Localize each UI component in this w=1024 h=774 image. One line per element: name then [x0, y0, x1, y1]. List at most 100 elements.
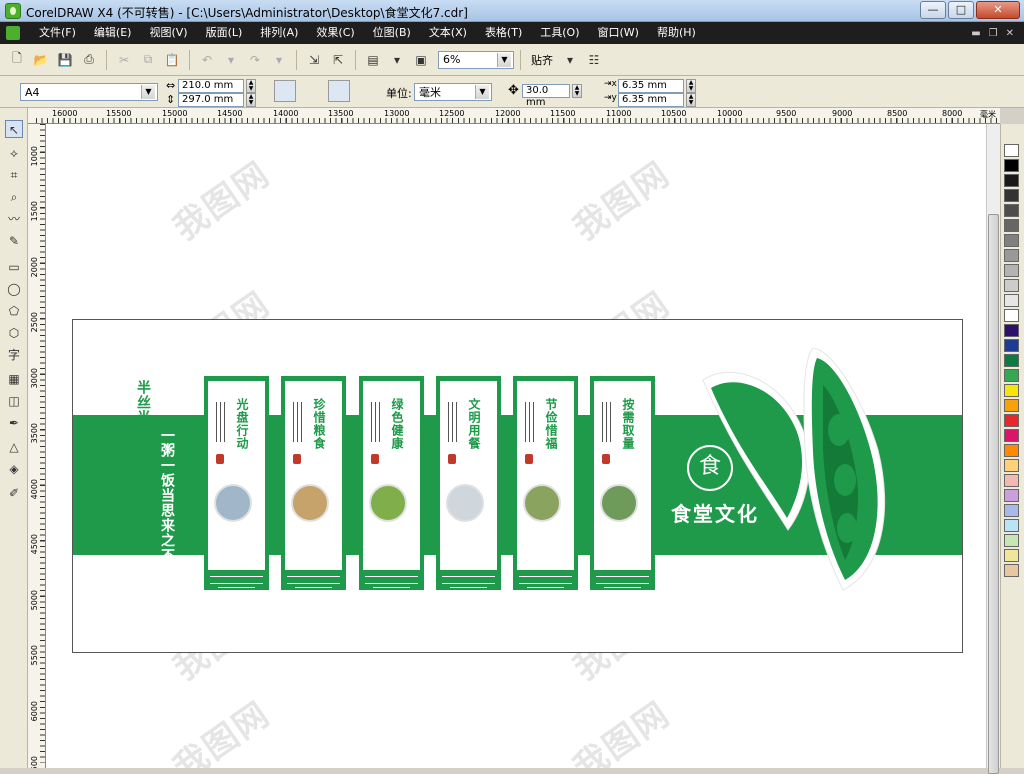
coreldraw-app-icon[interactable]	[5, 3, 21, 19]
zoom-tool-icon[interactable]: ⌕	[5, 188, 23, 206]
color-swatch[interactable]	[1004, 294, 1019, 307]
landscape-button[interactable]	[298, 80, 320, 102]
color-swatch[interactable]	[1004, 504, 1019, 517]
color-swatch[interactable]	[1004, 234, 1019, 247]
color-swatch[interactable]	[1004, 249, 1019, 262]
color-swatch[interactable]	[1004, 384, 1019, 397]
save-icon[interactable]: 💾	[54, 49, 76, 71]
copy-icon[interactable]: ⧉	[137, 49, 159, 71]
nudge-spinner[interactable]: ▲ ▼	[572, 84, 582, 98]
menu-table[interactable]: 表格(T)	[476, 22, 531, 44]
maximize-button[interactable]: □	[948, 1, 974, 19]
snap-dropdown-icon[interactable]: ▾	[559, 49, 581, 71]
units-combo[interactable]: 毫米 ▼	[414, 83, 492, 101]
minimize-button[interactable]: —	[920, 1, 946, 19]
chevron-down-icon[interactable]: ▼	[141, 85, 155, 99]
canteen-culture-wall-design[interactable]: 半丝半缕恒念物力维艰 一粥一饭当思来之不易 光盘行动 珍惜粮食 绿色健康 文明用…	[72, 319, 963, 653]
color-swatch[interactable]	[1004, 144, 1019, 157]
color-swatch[interactable]	[1004, 399, 1019, 412]
rectangle-tool-icon[interactable]: ▭	[5, 258, 23, 276]
doc-close-icon[interactable]: ✕	[1006, 28, 1014, 39]
culture-panel[interactable]: 珍惜粮食	[281, 376, 346, 590]
dup-y-spinner[interactable]: ▲ ▼	[686, 93, 696, 107]
culture-panel[interactable]: 光盘行动	[204, 376, 269, 590]
page-width-field[interactable]: 210.0 mm	[178, 79, 244, 93]
interactive-fill-icon[interactable]: ✐	[5, 484, 23, 502]
menu-bitmaps[interactable]: 位图(B)	[364, 22, 420, 44]
horizontal-ruler[interactable]: 16000 15500 15000 14500 14000 13500 1300…	[36, 108, 1000, 124]
launcher-dropdown-icon[interactable]: ▾	[386, 49, 408, 71]
menu-view[interactable]: 视图(V)	[140, 22, 196, 44]
color-swatch[interactable]	[1004, 324, 1019, 337]
color-swatch[interactable]	[1004, 279, 1019, 292]
paste-icon[interactable]: 📋	[161, 49, 183, 71]
nudge-distance-field[interactable]: 30.0 mm	[522, 84, 570, 108]
eyedropper-tool-icon[interactable]: ✒	[5, 414, 23, 432]
menu-layout[interactable]: 版面(L)	[197, 22, 252, 44]
redo-icon[interactable]: ↷	[244, 49, 266, 71]
all-pages-button[interactable]	[328, 80, 350, 102]
new-document-icon[interactable]: 🗋	[6, 49, 28, 71]
duplicate-distance-y-field[interactable]: 6.35 mm	[618, 93, 684, 107]
welcome-screen-icon[interactable]: ▣	[410, 49, 432, 71]
print-icon[interactable]: ⎙	[78, 49, 100, 71]
color-swatch[interactable]	[1004, 339, 1019, 352]
culture-panel[interactable]: 节俭惜福	[513, 376, 578, 590]
drawing-canvas[interactable]: 我图网 我图网 我图网 我图网 我图网 我图网 我图网 我图网 半丝半缕恒念物力…	[46, 124, 986, 768]
shape-tool-icon[interactable]: ⟡	[5, 144, 23, 162]
options-icon[interactable]: ☷	[583, 49, 605, 71]
height-spinner[interactable]: ▲ ▼	[246, 93, 256, 107]
snap-to-label[interactable]: 贴齐	[531, 52, 553, 68]
menu-edit[interactable]: 编辑(E)	[85, 22, 141, 44]
culture-panel[interactable]: 文明用餐	[436, 376, 501, 590]
duplicate-distance-x-field[interactable]: 6.35 mm	[618, 79, 684, 93]
doc-restore-icon[interactable]: ❐	[989, 28, 998, 39]
doc-minimize-icon[interactable]: ▬	[971, 28, 980, 39]
dup-x-spinner[interactable]: ▲ ▼	[686, 79, 696, 93]
color-swatch[interactable]	[1004, 414, 1019, 427]
width-spinner[interactable]: ▲ ▼	[246, 79, 256, 93]
basic-shapes-icon[interactable]: ⬡	[5, 324, 23, 342]
crop-tool-icon[interactable]: ⌗	[5, 166, 23, 184]
color-swatch[interactable]	[1004, 174, 1019, 187]
export-icon[interactable]: ⇱	[327, 49, 349, 71]
scrollbar-thumb[interactable]	[988, 214, 999, 774]
menu-tools[interactable]: 工具(O)	[531, 22, 588, 44]
color-swatch[interactable]	[1004, 204, 1019, 217]
color-swatch[interactable]	[1004, 444, 1019, 457]
color-swatch[interactable]	[1004, 429, 1019, 442]
smart-fill-icon[interactable]: ✎	[5, 232, 23, 250]
portrait-button[interactable]	[274, 80, 296, 102]
cut-icon[interactable]: ✂	[113, 49, 135, 71]
color-swatch[interactable]	[1004, 159, 1019, 172]
vertical-ruler[interactable]: 1000 1500 2000 2500 3000 3500 4000 4500 …	[28, 124, 46, 768]
color-swatch[interactable]	[1004, 549, 1019, 562]
freehand-tool-icon[interactable]: 〰	[5, 210, 23, 228]
chevron-down-icon[interactable]: ▼	[475, 85, 489, 99]
color-swatch[interactable]	[1004, 189, 1019, 202]
culture-panel[interactable]: 绿色健康	[359, 376, 424, 590]
menu-help[interactable]: 帮助(H)	[648, 22, 705, 44]
current-page-button[interactable]	[352, 80, 374, 102]
page-size-combo[interactable]: A4 ▼	[20, 83, 158, 101]
menu-window[interactable]: 窗口(W)	[589, 22, 648, 44]
outline-tool-icon[interactable]: △	[5, 438, 23, 456]
close-button[interactable]: ✕	[976, 1, 1020, 19]
import-icon[interactable]: ⇲	[303, 49, 325, 71]
color-swatch[interactable]	[1004, 474, 1019, 487]
color-swatch[interactable]	[1004, 219, 1019, 232]
menu-arrange[interactable]: 排列(A)	[251, 22, 307, 44]
vertical-scrollbar[interactable]	[986, 124, 1000, 774]
page-height-field[interactable]: 297.0 mm	[178, 93, 244, 107]
undo-icon[interactable]: ↶	[196, 49, 218, 71]
text-tool-icon[interactable]: 字	[5, 346, 23, 364]
menu-effects[interactable]: 效果(C)	[307, 22, 363, 44]
color-swatch[interactable]	[1004, 369, 1019, 382]
zoom-level-combo[interactable]: 6% ▼	[438, 50, 514, 69]
color-swatch[interactable]	[1004, 459, 1019, 472]
application-launcher-icon[interactable]: ▤	[362, 49, 384, 71]
color-swatch[interactable]	[1004, 264, 1019, 277]
chevron-down-icon[interactable]: ▼	[497, 52, 511, 67]
document-icon[interactable]	[6, 26, 20, 40]
open-icon[interactable]: 📂	[30, 49, 52, 71]
